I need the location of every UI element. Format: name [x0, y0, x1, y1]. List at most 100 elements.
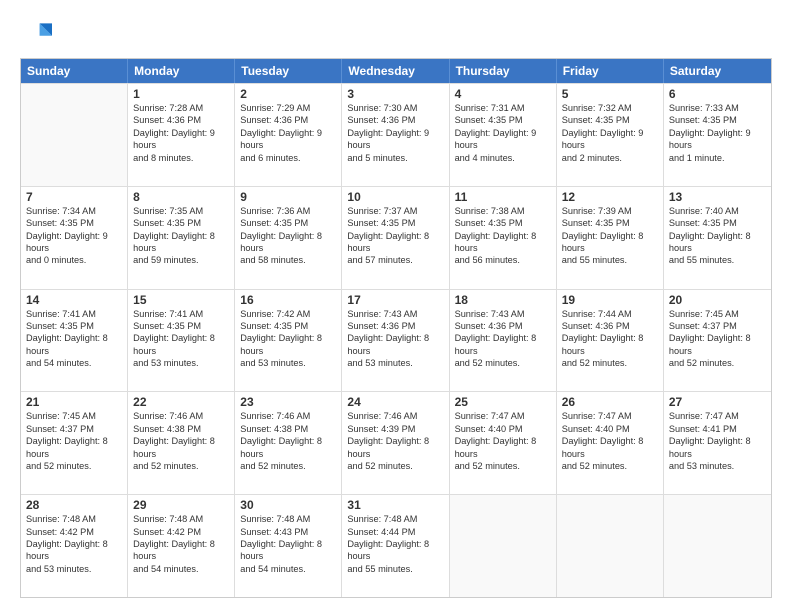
daylight-minutes-text: and 54 minutes. [26, 357, 122, 369]
day-number: 15 [133, 293, 229, 307]
calendar: SundayMondayTuesdayWednesdayThursdayFrid… [20, 58, 772, 598]
sunset-text: Sunset: 4:35 PM [240, 217, 336, 229]
daylight-minutes-text: and 54 minutes. [240, 563, 336, 575]
day-number: 29 [133, 498, 229, 512]
calendar-cell: 6Sunrise: 7:33 AMSunset: 4:35 PMDaylight… [664, 84, 771, 186]
daylight-text: Daylight: Daylight: 8 hours [347, 230, 443, 255]
header-day-tuesday: Tuesday [235, 59, 342, 83]
daylight-text: Daylight: Daylight: 8 hours [133, 230, 229, 255]
calendar-row-4: 28Sunrise: 7:48 AMSunset: 4:42 PMDayligh… [21, 494, 771, 597]
daylight-minutes-text: and 55 minutes. [669, 254, 766, 266]
sunset-text: Sunset: 4:40 PM [455, 423, 551, 435]
sunset-text: Sunset: 4:35 PM [669, 217, 766, 229]
sunset-text: Sunset: 4:36 PM [133, 114, 229, 126]
daylight-minutes-text: and 8 minutes. [133, 152, 229, 164]
sunset-text: Sunset: 4:36 PM [240, 114, 336, 126]
daylight-minutes-text: and 52 minutes. [562, 460, 658, 472]
calendar-cell: 30Sunrise: 7:48 AMSunset: 4:43 PMDayligh… [235, 495, 342, 597]
day-number: 24 [347, 395, 443, 409]
daylight-text: Daylight: Daylight: 9 hours [347, 127, 443, 152]
sunrise-text: Sunrise: 7:47 AM [455, 410, 551, 422]
daylight-text: Daylight: Daylight: 8 hours [26, 435, 122, 460]
sunset-text: Sunset: 4:38 PM [133, 423, 229, 435]
logo-icon [20, 18, 52, 50]
daylight-text: Daylight: Daylight: 8 hours [347, 538, 443, 563]
calendar-cell [557, 495, 664, 597]
page: SundayMondayTuesdayWednesdayThursdayFrid… [0, 0, 792, 612]
daylight-text: Daylight: Daylight: 8 hours [133, 538, 229, 563]
header-day-sunday: Sunday [21, 59, 128, 83]
daylight-text: Daylight: Daylight: 9 hours [133, 127, 229, 152]
sunset-text: Sunset: 4:35 PM [455, 114, 551, 126]
sunrise-text: Sunrise: 7:43 AM [347, 308, 443, 320]
calendar-row-0: 1Sunrise: 7:28 AMSunset: 4:36 PMDaylight… [21, 83, 771, 186]
daylight-text: Daylight: Daylight: 8 hours [562, 230, 658, 255]
calendar-body: 1Sunrise: 7:28 AMSunset: 4:36 PMDaylight… [21, 83, 771, 597]
sunset-text: Sunset: 4:36 PM [347, 320, 443, 332]
day-number: 5 [562, 87, 658, 101]
sunset-text: Sunset: 4:37 PM [26, 423, 122, 435]
daylight-text: Daylight: Daylight: 8 hours [347, 435, 443, 460]
sunrise-text: Sunrise: 7:30 AM [347, 102, 443, 114]
day-number: 2 [240, 87, 336, 101]
daylight-minutes-text: and 5 minutes. [347, 152, 443, 164]
calendar-cell: 27Sunrise: 7:47 AMSunset: 4:41 PMDayligh… [664, 392, 771, 494]
daylight-text: Daylight: Daylight: 8 hours [562, 332, 658, 357]
sunset-text: Sunset: 4:36 PM [347, 114, 443, 126]
daylight-text: Daylight: Daylight: 9 hours [562, 127, 658, 152]
daylight-text: Daylight: Daylight: 8 hours [240, 230, 336, 255]
calendar-cell: 10Sunrise: 7:37 AMSunset: 4:35 PMDayligh… [342, 187, 449, 289]
sunrise-text: Sunrise: 7:47 AM [562, 410, 658, 422]
daylight-text: Daylight: Daylight: 8 hours [455, 230, 551, 255]
sunrise-text: Sunrise: 7:41 AM [26, 308, 122, 320]
daylight-minutes-text: and 0 minutes. [26, 254, 122, 266]
calendar-cell: 28Sunrise: 7:48 AMSunset: 4:42 PMDayligh… [21, 495, 128, 597]
sunrise-text: Sunrise: 7:29 AM [240, 102, 336, 114]
daylight-minutes-text: and 53 minutes. [133, 357, 229, 369]
sunrise-text: Sunrise: 7:47 AM [669, 410, 766, 422]
day-number: 6 [669, 87, 766, 101]
sunset-text: Sunset: 4:35 PM [26, 217, 122, 229]
daylight-minutes-text: and 4 minutes. [455, 152, 551, 164]
daylight-minutes-text: and 1 minute. [669, 152, 766, 164]
day-number: 4 [455, 87, 551, 101]
sunrise-text: Sunrise: 7:28 AM [133, 102, 229, 114]
daylight-text: Daylight: Daylight: 8 hours [133, 332, 229, 357]
sunrise-text: Sunrise: 7:45 AM [669, 308, 766, 320]
daylight-text: Daylight: Daylight: 8 hours [669, 332, 766, 357]
calendar-cell: 7Sunrise: 7:34 AMSunset: 4:35 PMDaylight… [21, 187, 128, 289]
header-day-saturday: Saturday [664, 59, 771, 83]
calendar-header: SundayMondayTuesdayWednesdayThursdayFrid… [21, 59, 771, 83]
sunset-text: Sunset: 4:35 PM [133, 217, 229, 229]
day-number: 23 [240, 395, 336, 409]
sunrise-text: Sunrise: 7:43 AM [455, 308, 551, 320]
sunset-text: Sunset: 4:43 PM [240, 526, 336, 538]
sunset-text: Sunset: 4:42 PM [26, 526, 122, 538]
day-number: 14 [26, 293, 122, 307]
header-day-wednesday: Wednesday [342, 59, 449, 83]
daylight-minutes-text: and 6 minutes. [240, 152, 336, 164]
day-number: 3 [347, 87, 443, 101]
daylight-minutes-text: and 55 minutes. [347, 563, 443, 575]
sunrise-text: Sunrise: 7:34 AM [26, 205, 122, 217]
daylight-minutes-text: and 52 minutes. [669, 357, 766, 369]
sunset-text: Sunset: 4:38 PM [240, 423, 336, 435]
calendar-cell: 13Sunrise: 7:40 AMSunset: 4:35 PMDayligh… [664, 187, 771, 289]
day-number: 17 [347, 293, 443, 307]
calendar-cell: 5Sunrise: 7:32 AMSunset: 4:35 PMDaylight… [557, 84, 664, 186]
header-day-monday: Monday [128, 59, 235, 83]
day-number: 1 [133, 87, 229, 101]
sunrise-text: Sunrise: 7:38 AM [455, 205, 551, 217]
sunset-text: Sunset: 4:35 PM [347, 217, 443, 229]
day-number: 11 [455, 190, 551, 204]
daylight-text: Daylight: Daylight: 8 hours [240, 538, 336, 563]
day-number: 10 [347, 190, 443, 204]
calendar-cell: 29Sunrise: 7:48 AMSunset: 4:42 PMDayligh… [128, 495, 235, 597]
sunset-text: Sunset: 4:40 PM [562, 423, 658, 435]
calendar-cell: 12Sunrise: 7:39 AMSunset: 4:35 PMDayligh… [557, 187, 664, 289]
day-number: 27 [669, 395, 766, 409]
daylight-text: Daylight: Daylight: 8 hours [455, 435, 551, 460]
daylight-text: Daylight: Daylight: 8 hours [562, 435, 658, 460]
daylight-minutes-text: and 53 minutes. [347, 357, 443, 369]
calendar-cell: 22Sunrise: 7:46 AMSunset: 4:38 PMDayligh… [128, 392, 235, 494]
